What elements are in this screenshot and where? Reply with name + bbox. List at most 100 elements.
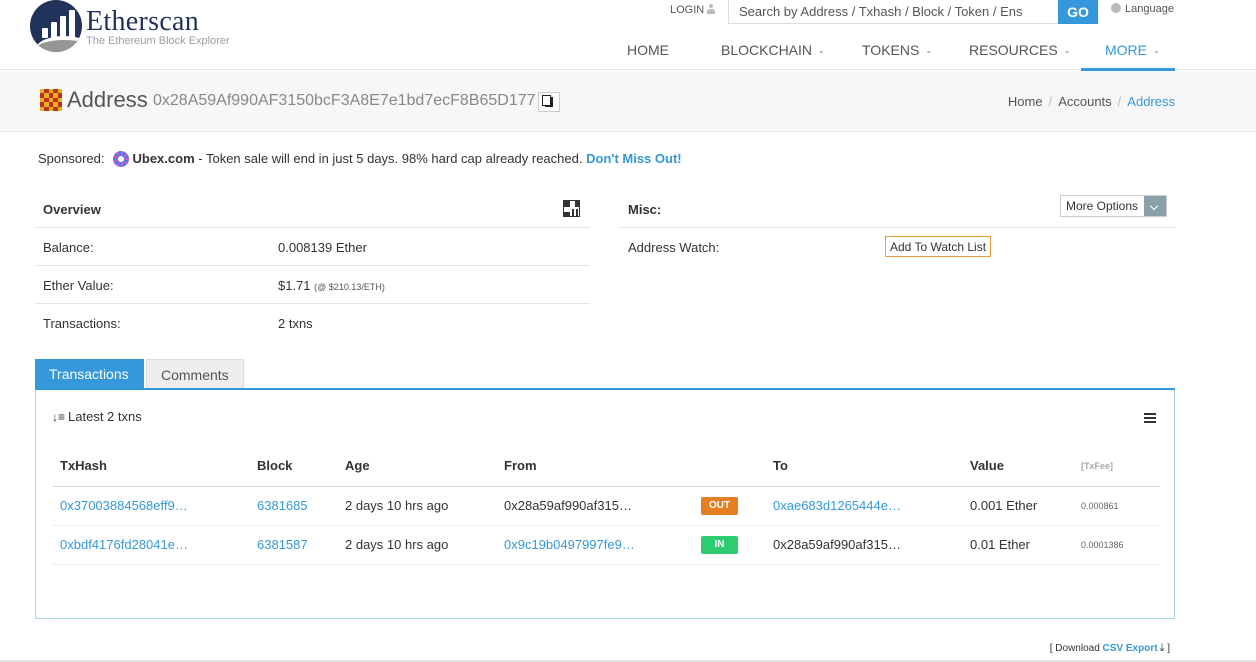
search-go-button[interactable]: GO (1058, 0, 1098, 24)
csv-prefix: [ Download (1049, 643, 1103, 654)
transactions-row: Transactions: 2 txns (35, 304, 590, 342)
block-link[interactable]: 6381685 (257, 498, 308, 513)
sort-descending-icon: ↓≡ (52, 410, 66, 424)
breadcrumb-current: Address (1127, 94, 1175, 109)
sponsor-text: - Token sale will end in just 5 days. 98… (194, 151, 587, 166)
page-title: Address (67, 87, 148, 112)
ether-value: $1.71 (278, 278, 311, 293)
ether-value-row: Ether Value: $1.71 (@ $210.13/ETH) (35, 266, 590, 304)
transactions-label: Transactions: (43, 316, 121, 331)
col-from: From (496, 446, 693, 487)
nav-more-label: MORE (1105, 42, 1147, 58)
misc-heading: Misc: (628, 202, 662, 217)
nav-more[interactable]: MORE ⌄ (1105, 42, 1160, 58)
sponsor-cta-link[interactable]: Don't Miss Out! (586, 151, 682, 166)
search-input[interactable] (728, 0, 1059, 24)
tab-comments[interactable]: Comments (146, 359, 244, 388)
direction-badge-out: OUT (701, 497, 738, 515)
tx-age: 2 days 10 hrs ago (337, 486, 496, 526)
transactions-table: TxHash Block Age From To Value [TxFee] 0… (52, 446, 1160, 565)
sponsored-label: Sponsored: (38, 151, 105, 166)
tx-to-link[interactable]: 0xae683d1265444e… (773, 498, 901, 513)
nav-blockchain-label: BLOCKCHAIN (721, 42, 813, 58)
block-link[interactable]: 6381587 (257, 537, 308, 552)
nav-tokens-label: TOKENS (862, 42, 920, 58)
table-row: 0xbdf4176fd28041e… 6381587 2 days 10 hrs… (52, 525, 1160, 565)
more-options-dropdown[interactable]: More Options (1059, 195, 1167, 217)
nav-home-label: HOME (627, 42, 669, 58)
misc-header: Misc: More Options (620, 190, 1175, 228)
overview-heading: Overview (43, 202, 101, 217)
transactions-panel: ↓≡ Latest 2 txns TxHash Block Age From To… (35, 390, 1175, 619)
address-watch-label: Address Watch: (628, 240, 720, 255)
tx-from-link[interactable]: 0x9c19b0497997fe9… (504, 537, 635, 552)
breadcrumb: Home / Accounts / Address (1007, 94, 1175, 109)
nav-resources[interactable]: RESOURCES ⌄ (969, 42, 1070, 58)
sponsored-banner: Sponsored: Ubex.com - Token sale will end… (38, 151, 682, 167)
ether-value-label: Ether Value: (43, 278, 114, 293)
latest-txns-label: Latest 2 txns (68, 409, 142, 424)
breadcrumb-home[interactable]: Home (1008, 94, 1043, 109)
tx-value: 0.01 Ether (962, 525, 1073, 565)
sponsor-name[interactable]: Ubex.com (133, 151, 195, 166)
globe-icon (1111, 3, 1121, 13)
page-title-bar: Address 0x28A59Af990AF3150bcF3A8E7e1bd7e… (0, 71, 1256, 132)
search-bar: GO (728, 0, 1100, 24)
ubex-logo-icon (112, 151, 129, 167)
tx-from: 0x28a59af990af315… (496, 486, 693, 526)
balance-label: Balance: (43, 240, 94, 255)
breadcrumb-accounts[interactable]: Accounts (1058, 94, 1111, 109)
chevron-down-icon: ⌄ (1063, 46, 1071, 55)
hamburger-menu-icon[interactable] (1144, 413, 1156, 423)
chevron-down-icon: ⌄ (818, 46, 825, 55)
nav-resources-label: RESOURCES (969, 42, 1058, 58)
direction-badge-in: IN (701, 536, 738, 554)
latest-txns-summary: ↓≡ Latest 2 txns (52, 409, 142, 424)
main-nav: HOME BLOCKCHAIN ⌄ TOKENS ⌄ RESOURCES ⌄ MORE… (0, 32, 1256, 71)
tx-hash-link[interactable]: 0xbdf4176fd28041e… (60, 537, 188, 552)
language-selector[interactable]: Language (1111, 3, 1174, 15)
table-row: 0x37003884568eff9… 6381685 2 days 10 hrs… (52, 486, 1160, 526)
csv-export-link[interactable]: CSV Export (1103, 643, 1158, 654)
qr-code-icon[interactable] (563, 200, 580, 217)
tx-age: 2 days 10 hrs ago (337, 525, 496, 565)
overview-header: Overview (35, 190, 590, 228)
col-txfee: [TxFee] (1073, 446, 1160, 487)
chevron-down-icon (1144, 196, 1166, 216)
csv-export: [ Download CSV Export ⤓ ] (1050, 642, 1170, 655)
balance-value: 0.008139 Ether (278, 240, 367, 255)
col-age: Age (337, 446, 496, 487)
person-icon (707, 4, 716, 14)
tab-transactions[interactable]: Transactions (35, 359, 144, 388)
ether-value-cell: $1.71 (@ $210.13/ETH) (278, 278, 385, 293)
tx-fee: 0.000861 (1073, 486, 1160, 526)
balance-row: Balance: 0.008139 Ether (35, 228, 590, 266)
col-to: To (765, 446, 962, 487)
chevron-down-icon: ⌄ (925, 46, 933, 55)
col-block: Block (249, 446, 337, 487)
address-identicon-icon (40, 89, 62, 111)
login-label: LOGIN (670, 4, 705, 16)
tx-to: 0x28a59af990af315… (765, 525, 962, 565)
login-link[interactable]: LOGIN (670, 4, 716, 18)
col-direction (693, 446, 765, 487)
address-watch-row: Address Watch: Add To Watch List (620, 228, 1175, 266)
language-label: Language (1125, 3, 1174, 15)
copy-icon (542, 95, 553, 107)
content-tabs: Transactions Comments (35, 359, 1175, 390)
nav-blockchain[interactable]: BLOCKCHAIN ⌄ (721, 42, 825, 58)
site-header: Etherscan The Ethereum Block Explorer LO… (0, 0, 1256, 71)
tx-value: 0.001 Ether (962, 486, 1073, 526)
tx-hash-link[interactable]: 0x37003884568eff9… (60, 498, 188, 513)
nav-home[interactable]: HOME (627, 42, 669, 58)
table-header-row: TxHash Block Age From To Value [TxFee] (52, 446, 1160, 487)
overview-panel: Overview Balance: 0.008139 Ether Ether V… (35, 190, 590, 342)
tx-fee: 0.0001386 (1073, 525, 1160, 565)
transactions-value: 2 txns (278, 316, 313, 331)
add-to-watch-list-button[interactable]: Add To Watch List (885, 236, 992, 257)
misc-panel: Misc: More Options Address Watch: Add To… (620, 190, 1175, 266)
col-value: Value (962, 446, 1073, 487)
copy-address-button[interactable] (538, 92, 560, 112)
nav-tokens[interactable]: TOKENS ⌄ (862, 42, 932, 58)
col-txhash: TxHash (52, 446, 249, 487)
